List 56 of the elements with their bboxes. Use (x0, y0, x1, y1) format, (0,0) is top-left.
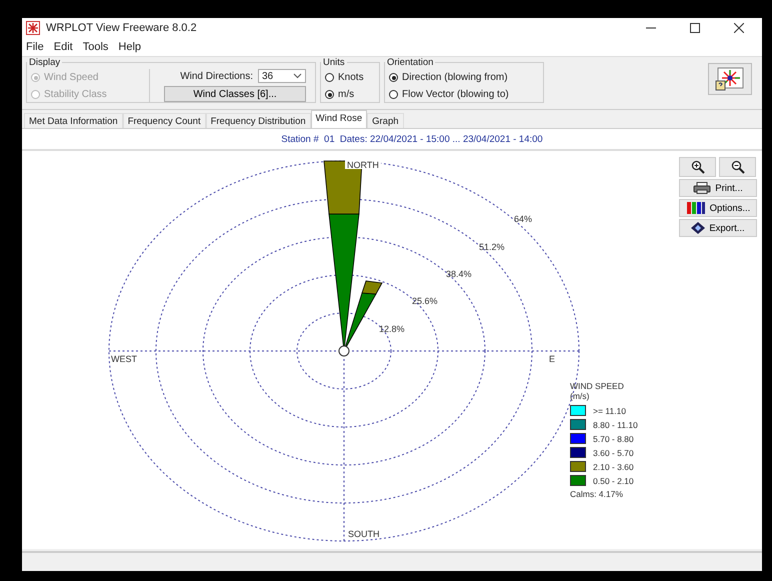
tab[interactable]: Graph (367, 113, 404, 128)
group-label: Units (322, 57, 346, 68)
radio-option[interactable]: Direction (blowing from) (389, 69, 539, 86)
radio-option[interactable]: Flow Vector (blowing to) (389, 86, 539, 103)
wind-classes-button[interactable]: Wind Classes [6]... (164, 86, 306, 102)
zoom-in-icon (690, 160, 704, 174)
group-label: Orientation (386, 57, 434, 68)
direction-label: E (549, 354, 556, 364)
legend-label: 0.50 - 2.10 (593, 476, 634, 486)
ring-label: 38.4% (446, 269, 472, 279)
direction-label: SOUTH (348, 529, 380, 539)
station-info: Station # 01 Dates: 22/04/2021 - 15:00 ... 23/04/2021 - 14:00 (281, 134, 543, 144)
group-label: Display (28, 57, 62, 68)
zoom-out-button[interactable] (719, 157, 756, 177)
legend-title: WIND SPEED (570, 381, 625, 391)
options-button[interactable]: Options... (679, 199, 757, 217)
chevron-down-icon (293, 73, 302, 79)
color-bars-icon (686, 201, 706, 215)
window-title: WRPLOT View Freeware 8.0.2 (46, 22, 197, 34)
printer-icon (693, 182, 712, 194)
radio-option[interactable]: m/s (325, 86, 375, 103)
direction-label: NORTH (347, 160, 379, 170)
app-icon (26, 21, 40, 35)
print-button[interactable]: Print... (679, 179, 757, 197)
tab[interactable]: Wind Rose (310, 110, 368, 128)
radio-option[interactable]: Knots (325, 69, 375, 86)
legend-label: 3.60 - 5.70 (593, 448, 634, 458)
export-button[interactable]: Export... (679, 219, 757, 237)
legend-label: >= 11.10 (593, 406, 626, 416)
maximize-icon[interactable] (690, 23, 700, 33)
diamond-icon (691, 222, 706, 234)
ring-label: 51.2% (479, 242, 505, 252)
ring-label: 25.6% (412, 296, 438, 306)
ring-label: 64% (514, 214, 532, 224)
field-label: Wind Directions: (180, 70, 253, 82)
menu-item[interactable]: Edit (54, 41, 73, 53)
help-button[interactable] (708, 63, 752, 95)
calm-circle (338, 346, 350, 356)
calms-label: Calms: 4.17% (570, 489, 624, 499)
legend-label: 2.10 - 3.60 (593, 462, 634, 472)
close-icon[interactable] (734, 23, 744, 33)
menu-item[interactable]: File (26, 41, 44, 53)
tab[interactable]: Frequency Distribution (206, 113, 311, 128)
zoom-out-icon (730, 160, 744, 174)
menu-item[interactable]: Tools (82, 41, 108, 53)
directions-dropdown[interactable]: 36 (258, 69, 306, 83)
zoom-in-button[interactable] (679, 157, 716, 177)
legend-unit: (m/s) (570, 391, 590, 401)
ring-label: 12.8% (379, 324, 405, 334)
tab[interactable]: Frequency Count (122, 113, 206, 128)
menu-item[interactable]: Help (118, 41, 142, 53)
tab[interactable]: Met Data Information (24, 113, 123, 128)
direction-label: WEST (111, 354, 137, 364)
wind-rose-icon (715, 67, 745, 91)
legend-label: 5.70 - 8.80 (593, 434, 634, 444)
legend-label: 8.80 - 11.10 (593, 420, 638, 430)
